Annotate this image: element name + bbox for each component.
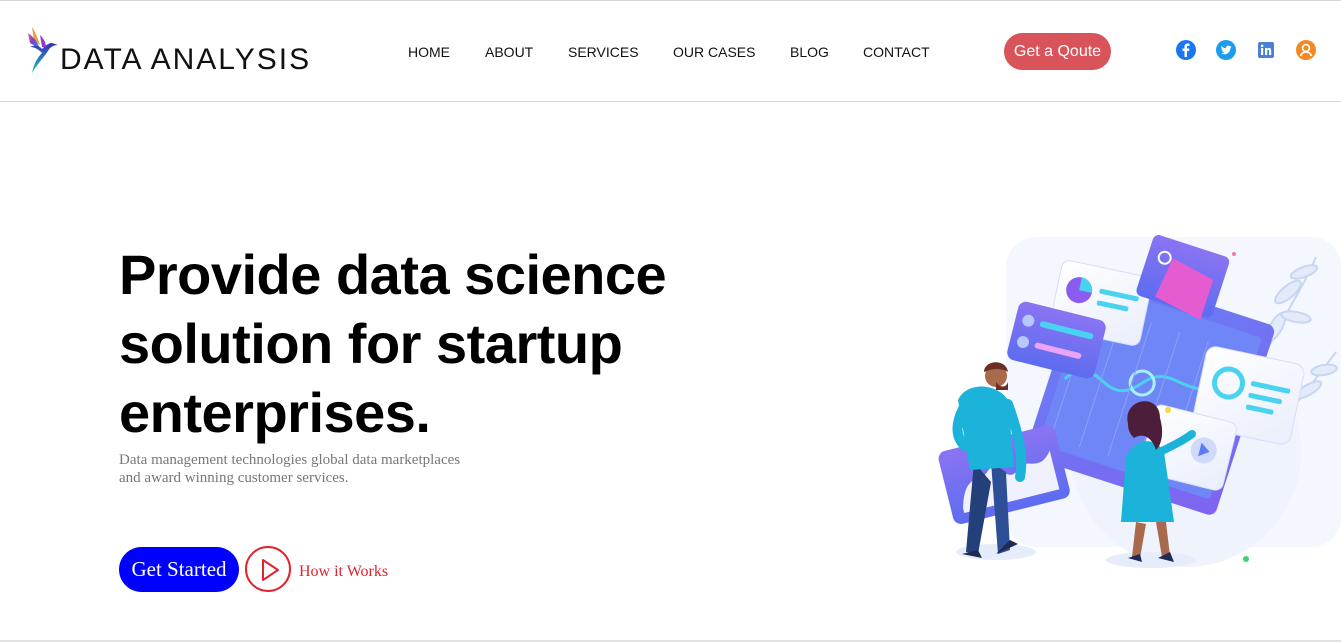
main-nav: HOME ABOUT SERVICES OUR CASES BLOG CONTA… (408, 43, 943, 61)
hero-subtitle-line-1: Data management technologies global data… (119, 452, 461, 468)
hummingbird-logo-icon (28, 27, 58, 73)
nav-item-services[interactable]: SERVICES (568, 43, 673, 61)
hero-title-line-1: Provide data science (119, 243, 667, 306)
how-it-works-link[interactable]: How it Works (299, 563, 388, 581)
hero-subtitle-line-2: and award winning customer services. (119, 470, 349, 486)
hero-subtitle: Data management technologies global data… (119, 451, 499, 487)
get-a-quote-button[interactable]: Get a Qoute (1004, 33, 1111, 70)
hero-title: Provide data science solution for startu… (119, 240, 739, 447)
nav-item-contact[interactable]: CONTACT (863, 43, 943, 61)
linkedin-icon[interactable] (1256, 40, 1276, 60)
nav-item-blog[interactable]: BLOG (790, 43, 863, 61)
data-dashboard-illustration (938, 235, 1341, 568)
nav-item-our-cases[interactable]: OUR CASES (673, 43, 790, 61)
brand-logo[interactable]: DATA ANALYSIS (26, 21, 311, 77)
brand-name: DATA ANALYSIS (60, 43, 312, 76)
hero-title-line-2: solution for startup (119, 312, 623, 375)
page: DATA ANALYSIS HOME ABOUT SERVICES OUR CA… (0, 0, 1341, 642)
twitter-icon[interactable] (1216, 40, 1236, 60)
nav-item-about[interactable]: ABOUT (485, 43, 568, 61)
nav-item-home[interactable]: HOME (408, 43, 485, 61)
get-started-button[interactable]: Get Started (119, 547, 239, 592)
play-icon (262, 559, 279, 581)
hero-title-line-3: enterprises. (119, 381, 431, 444)
play-video-button[interactable] (245, 546, 291, 592)
facebook-icon[interactable] (1176, 40, 1196, 60)
user-icon[interactable] (1296, 40, 1316, 60)
site-header: DATA ANALYSIS HOME ABOUT SERVICES OUR CA… (0, 0, 1341, 102)
social-links (1176, 40, 1316, 60)
